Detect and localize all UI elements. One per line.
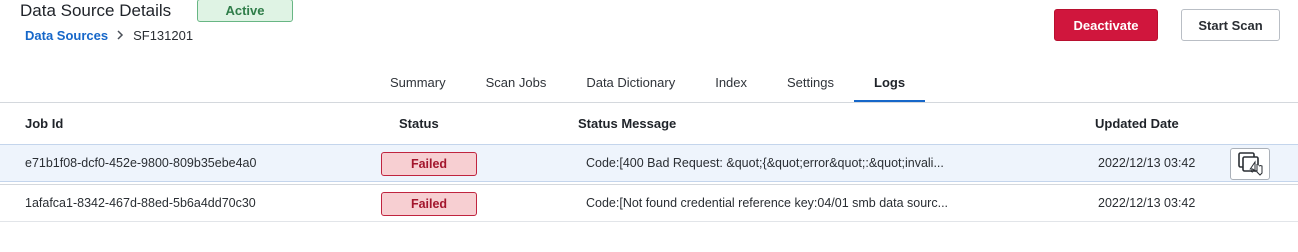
column-header-job-id[interactable]: Job Id xyxy=(25,116,63,131)
updated-date-cell: 2022/12/13 03:42 xyxy=(1098,156,1196,170)
start-scan-button[interactable]: Start Scan xyxy=(1181,9,1280,41)
tab-settings[interactable]: Settings xyxy=(767,68,854,102)
job-id-cell: 1afafca1-8342-467d-88ed-5b6a4dd70c30 xyxy=(25,196,256,210)
column-header-status-message[interactable]: Status Message xyxy=(578,116,676,131)
table-header: Job Id Status Status Message Updated Dat… xyxy=(0,103,1298,145)
failed-status-badge: Failed xyxy=(381,192,477,216)
status-message-cell: Code:[Not found credential reference key… xyxy=(586,196,949,210)
chevron-right-icon xyxy=(116,29,124,43)
tab-index[interactable]: Index xyxy=(695,68,767,102)
updated-date-cell: 2022/12/13 03:42 xyxy=(1098,196,1196,210)
active-status-badge: Active xyxy=(197,0,293,22)
data-source-details-page: Data Source Details Active Data Sources … xyxy=(0,0,1298,252)
column-header-updated-date[interactable]: Updated Date xyxy=(1095,116,1179,131)
page-title: Data Source Details xyxy=(20,1,172,20)
job-id-cell: e71b1f08-dcf0-452e-9800-809b35ebe4a0 xyxy=(25,156,257,170)
tab-bar: Summary Scan Jobs Data Dictionary Index … xyxy=(370,68,926,102)
tab-logs[interactable]: Logs xyxy=(854,68,926,102)
deactivate-button[interactable]: Deactivate xyxy=(1054,9,1158,41)
tab-summary[interactable]: Summary xyxy=(370,68,466,102)
copy-icon xyxy=(1235,150,1265,179)
column-header-status[interactable]: Status xyxy=(399,116,439,131)
failed-status-badge: Failed xyxy=(381,152,477,176)
table-row[interactable]: 1afafca1-8342-467d-88ed-5b6a4dd70c30 Fai… xyxy=(0,184,1298,222)
tab-data-dictionary[interactable]: Data Dictionary xyxy=(566,68,695,102)
breadcrumb: Data Sources SF131201 xyxy=(25,28,193,43)
status-message-cell: Code:[400 Bad Request: &quot;{&quot;erro… xyxy=(586,156,944,170)
breadcrumb-data-sources-link[interactable]: Data Sources xyxy=(25,28,108,43)
tab-scan-jobs[interactable]: Scan Jobs xyxy=(466,68,567,102)
table-row[interactable]: e71b1f08-dcf0-452e-9800-809b35ebe4a0 Fai… xyxy=(0,144,1298,182)
copy-log-button[interactable] xyxy=(1230,148,1270,180)
breadcrumb-current: SF131201 xyxy=(133,28,194,43)
